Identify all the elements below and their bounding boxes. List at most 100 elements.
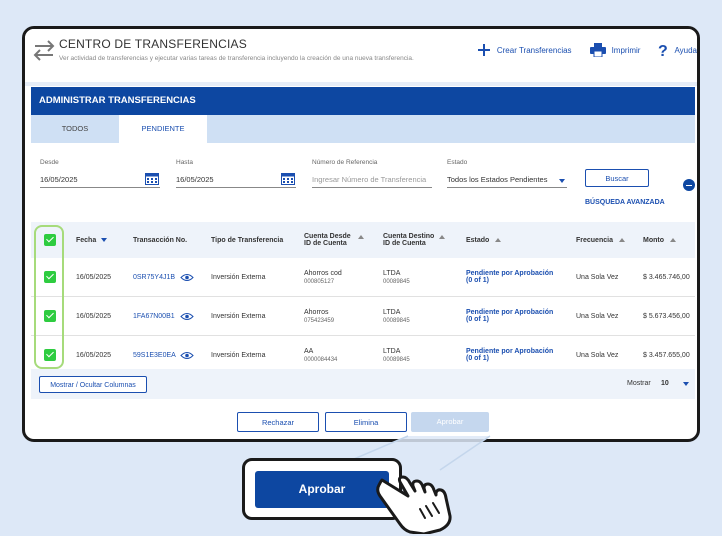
reject-button[interactable]: Rechazar — [237, 412, 319, 432]
cell-tipo: Inversión Externa — [211, 273, 266, 281]
cell-estado-label: Pendiente por Aprobación — [466, 348, 554, 355]
cell-frecuencia: Una Sola Vez — [576, 312, 619, 320]
chevron-down-icon — [559, 179, 565, 183]
col-cuenta-destino-sub: ID de Cuenta — [383, 240, 426, 247]
hasta-field[interactable]: 16/05/2025 — [176, 173, 296, 188]
cell-fecha: 16/05/2025 — [76, 273, 112, 281]
col-cuenta-desde[interactable]: Cuenta Desde ID de Cuenta — [304, 222, 351, 258]
cell-estado[interactable]: Pendiente por Aprobación (0 of 1) — [466, 297, 553, 335]
col-cuenta-destino[interactable]: Cuenta Destino ID de Cuenta — [383, 222, 434, 258]
cell-frecuencia: Una Sola Vez — [576, 273, 619, 281]
cell-cuenta-destino-id: 00089845 — [383, 278, 410, 285]
eye-icon[interactable] — [180, 351, 194, 360]
page-size-select[interactable]: 10 — [661, 380, 669, 387]
col-monto-label: Monto — [643, 236, 664, 244]
cell-monto: $ 5.673.456,00 — [643, 312, 690, 320]
cell-estado-count: (0 of 1) — [466, 316, 489, 323]
cell-estado-label: Pendiente por Aprobación — [466, 309, 554, 316]
top-bar: CENTRO DE TRANSFERENCIAS Ver actividad d… — [25, 29, 697, 81]
cell-estado-count: (0 of 1) — [466, 355, 489, 362]
pointer-hand-icon — [376, 475, 452, 534]
cell-cuenta-desde-id: 0000084434 — [304, 356, 338, 363]
cell-cuenta-desde-name: Ahorros cod — [304, 269, 342, 277]
reference-label: Número de Referencia — [312, 159, 378, 166]
desde-field[interactable]: 16/05/2025 — [40, 173, 160, 188]
create-transfer-button[interactable]: Crear Transferencias — [477, 43, 572, 57]
col-fecha-label: Fecha — [76, 236, 97, 244]
col-transaccion[interactable]: Transacción No. — [133, 222, 187, 258]
tab-pendiente[interactable]: PENDIENTE — [119, 115, 207, 143]
page-title: CENTRO DE TRANSFERENCIAS — [59, 37, 247, 51]
sort-up-icon — [670, 238, 676, 242]
estado-select[interactable]: Todos los Estados Pendientes — [447, 173, 567, 188]
approve-button[interactable]: Aprobar — [411, 412, 489, 432]
desde-label: Desde — [40, 159, 59, 166]
cell-cuenta-desde-id: 000805127 — [304, 278, 335, 285]
printer-icon — [589, 43, 606, 57]
cell-cuenta-desde-id: 075423459 — [304, 317, 335, 324]
cell-transaccion[interactable]: 0SR75Y4J1B — [133, 258, 175, 296]
toggle-columns-button[interactable]: Mostrar / Ocultar Columnas — [39, 376, 147, 393]
cell-cuenta-destino-id: 00089845 — [383, 356, 410, 363]
calendar-icon[interactable] — [145, 172, 159, 185]
advanced-search-link[interactable]: BÚSQUEDA AVANZADA — [585, 199, 665, 206]
cell-cuenta-destino-name: LTDA — [383, 347, 401, 355]
col-tipo[interactable]: Tipo de Transferencia — [211, 222, 283, 258]
col-frecuencia[interactable]: Frecuencia — [576, 222, 625, 258]
cell-monto: $ 3.465.746,00 — [643, 273, 690, 281]
cell-cuenta-destino-id: 00089845 — [383, 317, 410, 324]
approve-button-zoomed[interactable]: Aprobar — [255, 471, 389, 508]
cell-cuenta-desde-name: Ahorros — [304, 308, 329, 316]
plus-icon — [477, 44, 490, 56]
help-icon: ? — [658, 43, 668, 58]
section-title: ADMINISTRAR TRANSFERENCIAS — [31, 87, 695, 115]
sort-up-icon — [358, 235, 364, 239]
filter-panel: Desde 16/05/2025 Hasta 16/05/2025 Número… — [31, 149, 695, 219]
col-cuenta-destino-label: Cuenta Destino — [383, 233, 435, 240]
transfers-table: Fecha Transacción No. Tipo de Transferen… — [31, 222, 695, 375]
table-footer: Mostrar / Ocultar Columnas Mostrar 10 — [31, 369, 695, 399]
collapse-icon[interactable] — [683, 179, 695, 191]
sort-down-icon — [101, 238, 108, 242]
table-row[interactable]: 16/05/2025 1FA67N00B1 Inversión Externa … — [31, 297, 695, 336]
col-monto[interactable]: Monto — [643, 222, 676, 258]
cell-estado-count: (0 of 1) — [466, 277, 489, 284]
page-size-label: Mostrar — [627, 380, 651, 387]
col-estado-label: Estado — [466, 236, 490, 244]
sort-up-icon — [495, 238, 502, 242]
hasta-value: 16/05/2025 — [176, 175, 214, 184]
table-header: Fecha Transacción No. Tipo de Transferen… — [31, 222, 695, 258]
col-estado[interactable]: Estado — [466, 222, 502, 258]
svg-text:?: ? — [658, 43, 668, 58]
table-row[interactable]: 16/05/2025 0SR75Y4J1B Inversión Externa … — [31, 258, 695, 297]
cell-estado-label: Pendiente por Aprobación — [466, 270, 554, 277]
help-label: Ayuda — [674, 45, 697, 55]
col-cuenta-desde-sub: ID de Cuenta — [304, 240, 347, 247]
estado-label: Estado — [447, 159, 468, 166]
print-button[interactable]: Imprimir — [589, 43, 640, 57]
tab-todos[interactable]: TODOS — [31, 115, 119, 143]
col-cuenta-desde-label: Cuenta Desde — [304, 233, 351, 240]
eye-icon[interactable] — [180, 273, 194, 282]
app-window: CENTRO DE TRANSFERENCIAS Ver actividad d… — [22, 26, 700, 442]
delete-button[interactable]: Elimina — [325, 412, 407, 432]
col-fecha[interactable]: Fecha — [76, 222, 108, 258]
cell-transaccion[interactable]: 1FA67N00B1 — [133, 297, 175, 335]
sort-up-icon — [439, 235, 445, 239]
reference-placeholder: Ingresar Número de Transferencia — [312, 175, 427, 184]
cell-cuenta-destino: LTDA 00089845 — [383, 258, 410, 296]
hasta-label: Hasta — [176, 159, 193, 166]
cell-cuenta-desde: Ahorros 075423459 — [304, 297, 334, 335]
sort-up-icon — [618, 238, 625, 242]
cell-estado[interactable]: Pendiente por Aprobación (0 of 1) — [466, 258, 553, 296]
reference-input[interactable]: Ingresar Número de Transferencia — [312, 173, 432, 188]
estado-value: Todos los Estados Pendientes — [447, 175, 548, 184]
search-button[interactable]: Buscar — [585, 169, 649, 187]
create-transfer-label: Crear Transferencias — [496, 45, 572, 55]
calendar-icon[interactable] — [281, 172, 295, 185]
divider — [25, 82, 697, 86]
page-subtitle: Ver actividad de transferencias y ejecut… — [59, 55, 414, 62]
eye-icon[interactable] — [180, 312, 194, 321]
help-button[interactable]: ? Ayuda — [658, 42, 697, 58]
cell-cuenta-desde: Ahorros cod 000805127 — [304, 258, 342, 296]
